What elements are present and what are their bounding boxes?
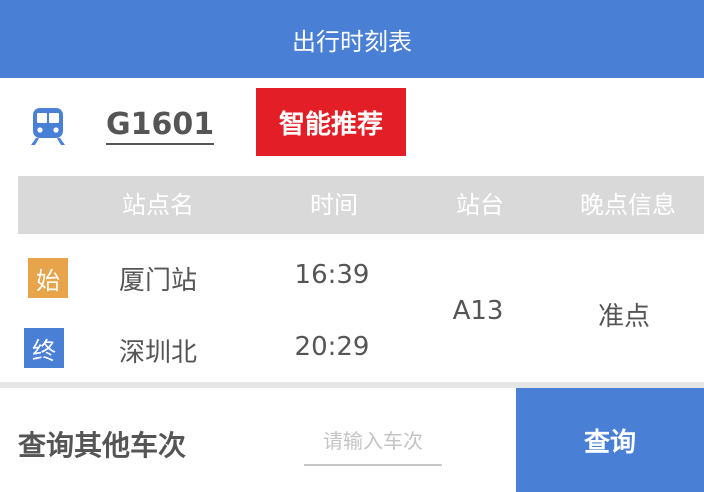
- start-badge: 始: [28, 258, 68, 298]
- column-header-station: 站点名: [122, 191, 194, 219]
- query-title: 查询其他车次: [18, 429, 187, 462]
- train-icon: [31, 108, 65, 145]
- query-button[interactable]: 查询: [516, 388, 704, 492]
- column-header-time: 时间: [310, 191, 358, 219]
- column-header-platform: 站台: [456, 191, 504, 219]
- train-info-row: G1601 智能推荐: [0, 78, 704, 174]
- end-station: 深圳北: [118, 338, 197, 368]
- table-header: 站点名 时间 站台 晚点信息: [18, 176, 704, 234]
- schedule-rows: 始 厦门站 16:39 终 深圳北 20:29 A13 准点: [0, 234, 704, 382]
- column-header-delay: 晚点信息: [580, 191, 676, 219]
- platform-value: A13: [452, 296, 504, 326]
- query-section: 查询其他车次 查询: [0, 388, 704, 492]
- start-time: 16:39: [294, 260, 370, 290]
- delay-status: 准点: [597, 302, 650, 332]
- end-time: 20:29: [294, 332, 370, 362]
- page-title: 出行时刻表: [292, 27, 412, 56]
- train-number-link[interactable]: G1601: [106, 108, 215, 145]
- app-header: 出行时刻表: [0, 0, 704, 78]
- train-number-input[interactable]: [304, 418, 442, 466]
- start-station: 厦门站: [118, 266, 197, 296]
- end-badge: 终: [24, 328, 64, 368]
- smart-recommend-button[interactable]: 智能推荐: [256, 88, 406, 156]
